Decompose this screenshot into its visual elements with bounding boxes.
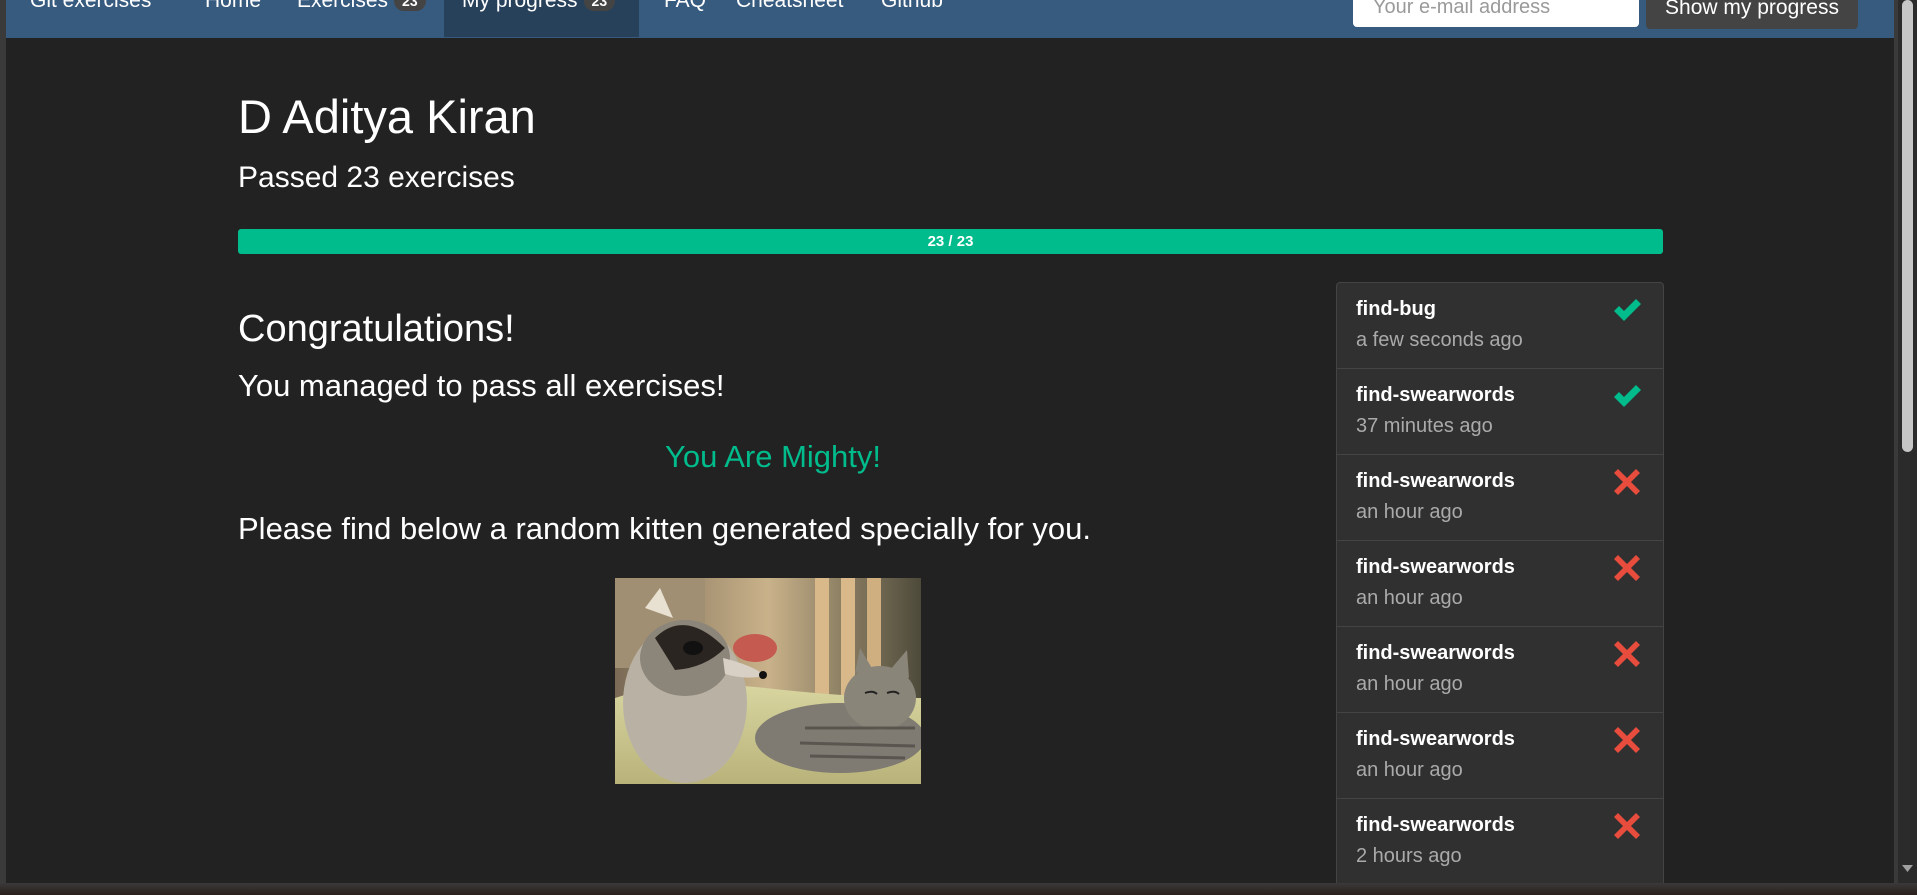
brand-link[interactable]: Git exercises bbox=[12, 0, 169, 37]
progress-count-badge: 23 bbox=[583, 0, 616, 12]
scrollbar-thumb[interactable] bbox=[1902, 0, 1913, 452]
history-time: an hour ago bbox=[1356, 501, 1463, 523]
passed-count: Passed 23 exercises bbox=[238, 161, 515, 194]
history-time: 37 minutes ago bbox=[1356, 415, 1493, 437]
history-time: a few seconds ago bbox=[1356, 329, 1523, 351]
cross-icon bbox=[1614, 813, 1640, 839]
scrollbar[interactable] bbox=[1898, 0, 1917, 883]
history-exercise-name: find-swearwords bbox=[1356, 384, 1515, 406]
mighty-text: You Are Mighty! bbox=[665, 439, 881, 474]
page: Git exercises Home Exercises 23 My progre… bbox=[6, 0, 1894, 883]
progress-bar-track: 23 / 23 bbox=[238, 229, 1663, 254]
nav-cheatsheet-label: Cheatsheet bbox=[736, 0, 844, 12]
history-item: find-swearwords 2 hours ago bbox=[1337, 799, 1663, 883]
history-exercise-name: find-swearwords bbox=[1356, 814, 1515, 836]
history-list: find-bug a few seconds ago find-swearwords… bbox=[1336, 282, 1664, 883]
history-exercise-name: find-swearwords bbox=[1356, 556, 1515, 578]
nav-github-label: Github bbox=[881, 0, 943, 12]
history-item: find-swearwords an hour ago bbox=[1337, 455, 1663, 541]
history-item: find-swearwords an hour ago bbox=[1337, 627, 1663, 713]
history-time: an hour ago bbox=[1356, 759, 1463, 781]
congrats-heading: Congratulations! bbox=[238, 308, 515, 350]
nav-exercises[interactable]: Exercises 23 bbox=[279, 0, 444, 37]
managed-text: You managed to pass all exercises! bbox=[238, 368, 725, 403]
email-input[interactable] bbox=[1353, 0, 1639, 27]
nav-my-progress-label: My progress bbox=[462, 0, 578, 12]
scroll-down-arrow-icon[interactable] bbox=[1901, 862, 1914, 875]
nav-cheatsheet[interactable]: Cheatsheet bbox=[718, 0, 861, 37]
taskbar-edge bbox=[0, 883, 1917, 895]
cross-icon bbox=[1614, 641, 1640, 667]
nav-github[interactable]: Github bbox=[863, 0, 961, 37]
cross-icon bbox=[1614, 727, 1640, 753]
history-time: an hour ago bbox=[1356, 587, 1463, 609]
exercises-count-badge: 23 bbox=[394, 0, 426, 12]
history-exercise-name: find-swearwords bbox=[1356, 642, 1515, 664]
check-icon bbox=[1614, 299, 1641, 321]
history-item: find-swearwords an hour ago bbox=[1337, 713, 1663, 799]
nav-faq[interactable]: FAQ bbox=[646, 0, 724, 37]
history-item: find-swearwords 37 minutes ago bbox=[1337, 369, 1663, 455]
nav-home[interactable]: Home bbox=[187, 0, 279, 37]
check-icon bbox=[1614, 385, 1641, 407]
nav-home-label: Home bbox=[205, 0, 262, 12]
progress-bar-fill: 23 / 23 bbox=[238, 229, 1663, 254]
cross-icon bbox=[1614, 469, 1640, 495]
show-progress-button[interactable]: Show my progress bbox=[1646, 0, 1858, 29]
navbar: Git exercises Home Exercises 23 My progre… bbox=[6, 0, 1894, 38]
nav-my-progress[interactable]: My progress 23 bbox=[444, 0, 639, 37]
user-name: D Aditya Kiran bbox=[238, 90, 536, 143]
nav-faq-label: FAQ bbox=[664, 0, 707, 12]
nav-exercises-label: Exercises bbox=[297, 0, 389, 12]
cross-icon bbox=[1614, 555, 1640, 581]
history-time: 2 hours ago bbox=[1356, 845, 1462, 867]
history-exercise-name: find-bug bbox=[1356, 298, 1436, 320]
history-item: find-swearwords an hour ago bbox=[1337, 541, 1663, 627]
kitten-image bbox=[615, 578, 921, 784]
history-time: an hour ago bbox=[1356, 673, 1463, 695]
kitten-picture bbox=[615, 578, 921, 784]
browser-window: Git exercises Home Exercises 23 My progre… bbox=[0, 0, 1917, 895]
kitten-text: Please find below a random kitten genera… bbox=[238, 511, 1091, 546]
history-item: find-bug a few seconds ago bbox=[1337, 283, 1663, 369]
history-exercise-name: find-swearwords bbox=[1356, 470, 1515, 492]
history-exercise-name: find-swearwords bbox=[1356, 728, 1515, 750]
